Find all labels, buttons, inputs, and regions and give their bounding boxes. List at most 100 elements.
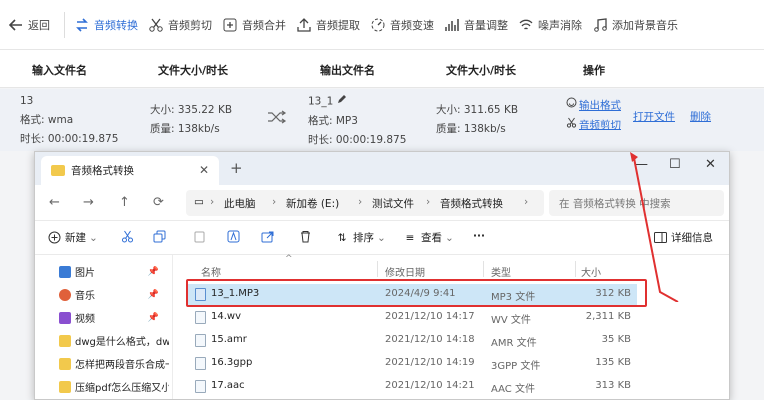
nav-up-icon[interactable]: ↑: [119, 195, 130, 210]
col-output-size: 文件大小/时长: [446, 64, 517, 77]
output-format: 格式: MP3: [308, 114, 358, 127]
column-divider: [575, 261, 576, 277]
pin-icon: 📌: [147, 266, 159, 277]
explorer-tab[interactable]: 音频格式转换 ✕: [41, 156, 219, 185]
file-type: AAC 文件: [491, 384, 535, 395]
tab-label: 音量调整: [464, 18, 508, 32]
cut-icon[interactable]: [121, 230, 134, 243]
delete-icon[interactable]: [299, 230, 312, 243]
file-name: 16.3gpp: [211, 357, 253, 368]
back-button[interactable]: 返回: [0, 0, 60, 50]
file-date: 2021/12/10 14:21: [385, 380, 475, 391]
breadcrumb-audio-convert[interactable]: 音频格式转换: [440, 196, 503, 211]
col-input-size: 文件大小/时长: [158, 64, 229, 77]
address-bar[interactable]: ▭ › 此电脑 › 新加卷 (E:) › 测试文件 › 音频格式转换 ›: [186, 190, 544, 216]
sidebar-item-pictures[interactable]: 图片 📌: [59, 264, 169, 279]
open-file-link[interactable]: 打开文件: [633, 108, 675, 127]
nav-forward-icon[interactable]: →: [83, 195, 94, 210]
file-type: WV 文件: [491, 315, 531, 326]
music-icon: [59, 288, 71, 301]
pin-icon: 📌: [147, 312, 159, 323]
noise-icon: [518, 17, 534, 33]
shuffle-icon: [267, 109, 287, 132]
close-tab-icon[interactable]: ✕: [199, 163, 209, 177]
breadcrumb-drive[interactable]: 新加卷 (E:): [286, 196, 339, 211]
more-icon[interactable]: ···: [473, 230, 485, 242]
sidebar-item-label: 怎样把两段音乐合成一: [75, 360, 169, 371]
column-size[interactable]: 大小: [581, 264, 601, 279]
breadcrumb-this-pc[interactable]: 此电脑: [224, 196, 256, 211]
new-tab-icon[interactable]: +: [230, 159, 243, 177]
pictures-icon: [59, 265, 71, 278]
chevron-down-icon: ⌄: [445, 231, 454, 244]
refresh-icon[interactable]: ⟳: [153, 195, 164, 210]
sidebar-item-folder[interactable]: 压缩pdf怎么压缩又小: [59, 379, 169, 394]
explorer-tab-title: 音频格式转换: [71, 165, 134, 177]
file-name: 17.aac: [211, 380, 245, 391]
file-size: 313 KB: [595, 380, 631, 391]
music-note-icon: [592, 17, 608, 33]
col-actions: 操作: [583, 64, 605, 77]
arrow-left-icon: [8, 17, 24, 33]
column-divider: [377, 261, 378, 277]
column-name[interactable]: 名称: [201, 264, 221, 279]
videos-icon: [59, 311, 71, 324]
breadcrumb-test-files[interactable]: 测试文件: [372, 196, 414, 211]
input-duration: 时长: 00:00:19.875: [20, 133, 119, 145]
sidebar-item-folder[interactable]: dwg是什么格式，dwg: [59, 333, 169, 348]
input-name: 13: [20, 95, 34, 107]
copy-icon[interactable]: [153, 230, 166, 243]
tab-audio-merge[interactable]: 音频合并: [217, 0, 291, 50]
sidebar-item-music[interactable]: 音乐 📌: [59, 287, 169, 302]
paste-icon[interactable]: [193, 230, 206, 243]
folder-icon: [59, 334, 71, 347]
folder-icon: [59, 380, 71, 393]
delete-link[interactable]: 删除: [690, 108, 711, 127]
sidebar-item-videos[interactable]: 视频 📌: [59, 310, 169, 325]
column-type[interactable]: 类型: [491, 264, 511, 279]
pin-icon: 📌: [147, 289, 159, 300]
tab-audio-extract[interactable]: 音频提取: [291, 0, 365, 50]
file-size: 135 KB: [595, 357, 631, 368]
toolbar-divider: [64, 11, 65, 38]
close-window-icon[interactable]: ✕: [705, 157, 716, 172]
volume-bars-icon: [444, 17, 460, 33]
nav-back-icon[interactable]: ←: [49, 195, 60, 210]
file-row[interactable]: 17.aac 2021/12/10 14:21 AAC 文件 313 KB: [187, 376, 637, 398]
file-name: 15.amr: [211, 334, 247, 345]
file-size: 2,311 KB: [585, 311, 631, 322]
tab-audio-speed[interactable]: 音频变速: [365, 0, 439, 50]
tab-add-background-music[interactable]: 添加背景音乐: [587, 0, 683, 50]
tab-audio-convert[interactable]: 音频转换: [69, 0, 143, 50]
file-row[interactable]: 16.3gpp 2021/12/10 14:19 3GPP 文件 135 KB: [187, 353, 637, 375]
audio-cut-button[interactable]: 音频剪切: [566, 116, 621, 136]
pencil-icon[interactable]: [337, 92, 347, 111]
audio-cut-label: 音频剪切: [579, 119, 621, 131]
column-divider: [483, 261, 484, 277]
input-quality: 质量: 138kb/s: [150, 123, 220, 135]
sidebar-item-label: dwg是什么格式，dwg: [75, 337, 169, 348]
input-size: 大小: 335.22 KB: [150, 104, 233, 116]
folder-icon: [59, 357, 71, 370]
sort-icon: ⇅: [337, 231, 347, 244]
output-format-button[interactable]: 输出格式: [566, 96, 621, 116]
chevron-right-icon: ›: [210, 196, 215, 208]
col-output-name: 输出文件名: [320, 64, 375, 77]
sort-label: 排序: [353, 232, 374, 244]
tab-volume-adjust[interactable]: 音量调整: [439, 0, 513, 50]
file-row[interactable]: 15.amr 2021/12/10 14:18 AMR 文件 35 KB: [187, 330, 637, 352]
output-info: 13_1 格式: MP3 时长: 00:00:19.875: [308, 92, 406, 150]
view-button[interactable]: ≡ 查看 ⌄: [403, 230, 454, 245]
merge-icon: [222, 17, 238, 33]
file-row[interactable]: 14.wv 2021/12/10 14:17 WV 文件 2,311 KB: [187, 307, 637, 329]
rename-icon[interactable]: [227, 230, 240, 243]
share-icon[interactable]: [261, 230, 274, 243]
sort-button[interactable]: ⇅ 排序 ⌄: [335, 230, 386, 245]
new-button[interactable]: 新建 ⌄: [47, 230, 98, 245]
column-date[interactable]: 修改日期: [385, 264, 425, 279]
chevron-right-icon: ›: [272, 196, 277, 208]
tab-noise-removal[interactable]: 噪声消除: [513, 0, 587, 50]
tab-label: 噪声消除: [538, 18, 582, 32]
tab-audio-cut[interactable]: 音频剪切: [143, 0, 217, 50]
sidebar-item-folder[interactable]: 怎样把两段音乐合成一: [59, 356, 169, 371]
